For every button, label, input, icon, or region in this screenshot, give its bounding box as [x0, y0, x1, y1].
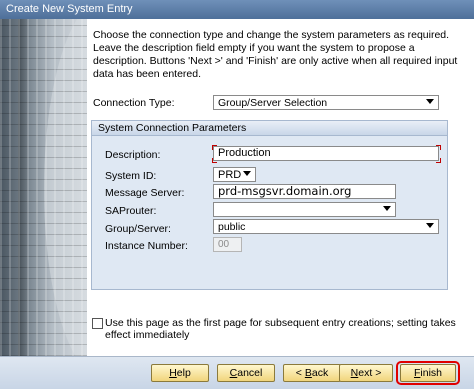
- system-id-value: PRD: [218, 169, 242, 181]
- cancel-button[interactable]: Cancel: [217, 364, 275, 382]
- first-page-checkbox-label: Use this page as the first page for subs…: [105, 317, 456, 341]
- instance-number-label: Instance Number:: [105, 240, 188, 252]
- back-button-mnemonic: B: [304, 367, 312, 379]
- message-server-field[interactable]: prd-msgsvr.domain.org: [213, 184, 396, 199]
- saprouter-select[interactable]: [213, 202, 396, 217]
- description-field[interactable]: Production: [213, 146, 439, 161]
- required-marker: [212, 158, 217, 163]
- side-banner-image: [0, 19, 87, 356]
- system-id-label: System ID:: [105, 170, 157, 182]
- next-button-label: ext >: [358, 367, 382, 379]
- group-title: System Connection Parameters: [98, 122, 247, 134]
- title-bar: Create New System Entry: [0, 0, 474, 19]
- group-server-value: public: [218, 221, 246, 233]
- first-page-checkbox[interactable]: [92, 318, 103, 329]
- connection-type-label: Connection Type:: [93, 97, 175, 109]
- chevron-down-icon[interactable]: [243, 171, 251, 176]
- message-server-label: Message Server:: [105, 187, 185, 199]
- cancel-button-label: ancel: [237, 367, 263, 379]
- back-button-label: ack: [311, 367, 329, 379]
- required-marker: [436, 145, 441, 150]
- chevron-down-icon[interactable]: [383, 206, 391, 211]
- connection-type-value: Group/Server Selection: [218, 97, 328, 109]
- help-button-label: elp: [176, 367, 191, 379]
- group-server-label: Group/Server:: [105, 223, 171, 235]
- group-header: System Connection Parameters: [92, 121, 447, 136]
- connection-type-select[interactable]: Group/Server Selection: [213, 95, 439, 110]
- chevron-down-icon[interactable]: [426, 223, 434, 228]
- description-value: Production: [218, 147, 271, 159]
- instance-number-value: 00: [218, 239, 230, 250]
- next-button[interactable]: Next >: [339, 364, 393, 382]
- instance-number-field: 00: [213, 237, 242, 252]
- window-title: Create New System Entry: [6, 3, 133, 15]
- system-id-select[interactable]: PRD: [213, 167, 256, 182]
- required-marker: [436, 158, 441, 163]
- finish-highlight-ring: [396, 361, 460, 385]
- required-marker: [212, 145, 217, 150]
- description-label: Description:: [105, 149, 161, 161]
- help-button[interactable]: Help: [151, 364, 209, 382]
- help-button-mnemonic: H: [169, 367, 177, 379]
- back-button[interactable]: < Back: [283, 364, 341, 382]
- intro-text: Choose the connection type and change th…: [93, 29, 458, 80]
- chevron-down-icon[interactable]: [426, 99, 434, 104]
- group-server-select[interactable]: public: [213, 219, 439, 234]
- back-button-label-pre: <: [295, 367, 305, 379]
- saprouter-label: SAProuter:: [105, 205, 157, 217]
- message-server-value: prd-msgsvr.domain.org: [218, 184, 352, 198]
